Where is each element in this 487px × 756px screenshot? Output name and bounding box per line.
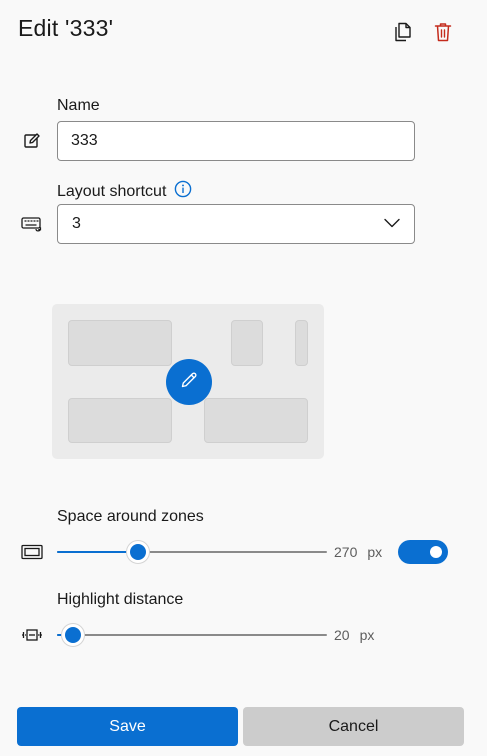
trash-icon [434, 22, 452, 47]
space-value-number: 270 [334, 544, 358, 560]
zone-preview [295, 320, 308, 366]
highlight-distance-slider[interactable] [57, 622, 327, 648]
save-button[interactable]: Save [17, 707, 238, 746]
layout-shortcut-label-group: Layout shortcut [57, 180, 192, 203]
layout-shortcut-selected-value: 3 [72, 215, 81, 232]
duplicate-layout-button[interactable] [391, 22, 415, 46]
dialog-title: Edit '333' [18, 15, 114, 41]
cancel-button[interactable]: Cancel [243, 707, 464, 746]
slider-thumb[interactable] [126, 540, 150, 564]
zone-preview [231, 320, 263, 366]
highlight-distance-icon [21, 626, 43, 644]
zone-preview [68, 398, 172, 443]
slider-thumb[interactable] [61, 623, 86, 647]
rename-icon [21, 132, 43, 150]
chevron-down-icon [384, 215, 400, 233]
name-input[interactable] [57, 121, 415, 161]
space-value-unit: px [367, 544, 383, 560]
space-around-zones-value: 270 px [334, 544, 382, 560]
name-label: Name [57, 97, 100, 114]
space-around-zones-toggle[interactable] [398, 540, 448, 564]
toggle-knob [430, 546, 442, 558]
highlight-value-number: 20 [334, 627, 350, 643]
keyboard-icon [21, 215, 43, 233]
zone-spacing-icon [21, 543, 43, 561]
copy-icon [394, 22, 412, 47]
layout-preview [52, 304, 324, 459]
space-around-zones-label: Space around zones [57, 508, 204, 525]
info-icon[interactable] [174, 180, 192, 203]
slider-track[interactable] [57, 634, 327, 636]
zone-preview [68, 320, 172, 366]
delete-layout-button[interactable] [431, 22, 455, 46]
highlight-distance-label: Highlight distance [57, 591, 184, 608]
layout-shortcut-dropdown[interactable]: 3 [57, 204, 415, 244]
highlight-distance-value: 20 px [334, 627, 374, 643]
space-around-zones-slider[interactable] [57, 539, 327, 565]
pencil-icon [180, 371, 198, 394]
edit-zones-button[interactable] [166, 359, 212, 405]
zone-preview [204, 398, 308, 443]
layout-shortcut-label: Layout shortcut [57, 182, 167, 200]
highlight-value-unit: px [359, 627, 375, 643]
